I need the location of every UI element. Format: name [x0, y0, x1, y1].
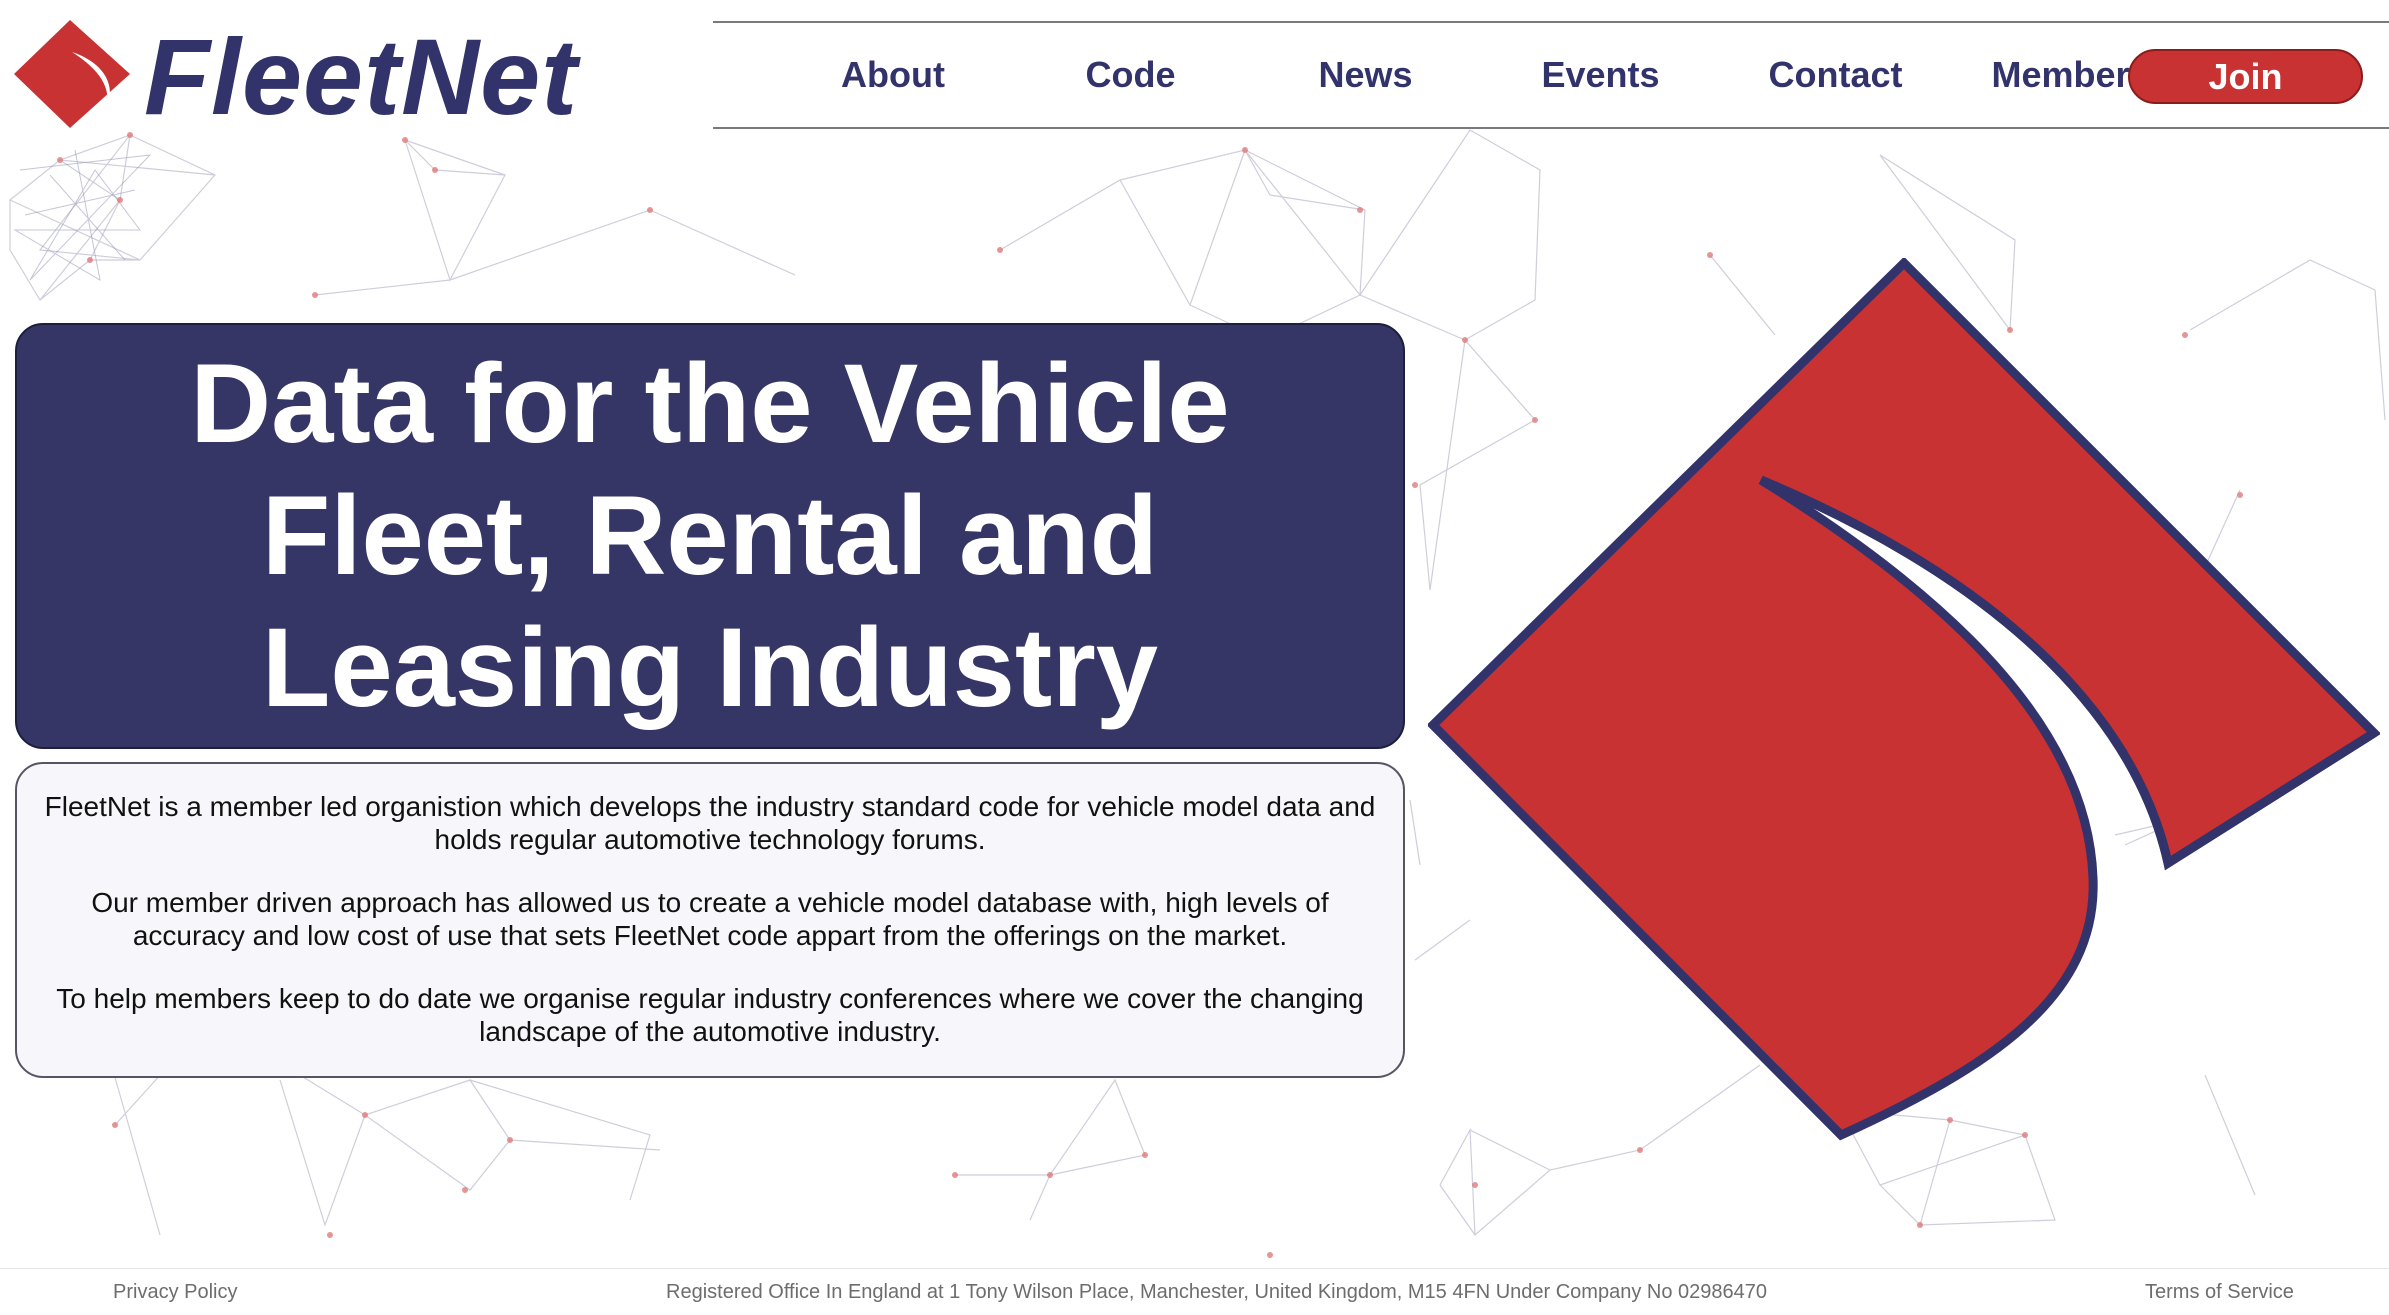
privacy-policy-link[interactable]: Privacy Policy — [113, 1281, 237, 1304]
hero-headline-line-2: Fleet, Rental and — [261, 473, 1159, 598]
site-logo[interactable]: FleetNet — [14, 16, 674, 137]
hero-banner: Data for the Vehicle Fleet, Rental and L… — [15, 323, 1405, 749]
hero-headline-line-1: Data for the Vehicle — [190, 341, 1230, 466]
intro-paragraph-3: To help members keep to do date we organ… — [56, 983, 1364, 1047]
join-button[interactable]: Join — [2128, 49, 2363, 104]
hero-headline-line-3: Leasing Industry — [261, 605, 1159, 730]
fleetnet-diamond-icon — [14, 20, 130, 128]
fleetnet-large-logo-icon — [1428, 258, 2380, 1141]
main-nav: About Code News Events Contact Members J… — [713, 21, 2389, 129]
site-footer: Privacy Policy Registered Office In Engl… — [0, 1268, 2389, 1315]
logo-wordmark: FleetNet — [144, 16, 579, 137]
terms-of-service-link[interactable]: Terms of Service — [2145, 1281, 2294, 1304]
nav-news[interactable]: News — [1248, 23, 1483, 127]
intro-paragraph-1: FleetNet is a member led organistion whi… — [44, 791, 1376, 855]
nav-events[interactable]: Events — [1483, 23, 1718, 127]
registered-office-text: Registered Office In England at 1 Tony W… — [666, 1281, 1767, 1303]
intro-panel: FleetNet is a member led organistion whi… — [15, 762, 1405, 1078]
nav-code[interactable]: Code — [1013, 23, 1248, 127]
page: FleetNet About Code News Events Contact … — [0, 0, 2389, 1315]
intro-paragraph-2: Our member driven approach has allowed u… — [91, 887, 1329, 951]
nav-contact[interactable]: Contact — [1718, 23, 1953, 127]
nav-about[interactable]: About — [773, 23, 1013, 127]
